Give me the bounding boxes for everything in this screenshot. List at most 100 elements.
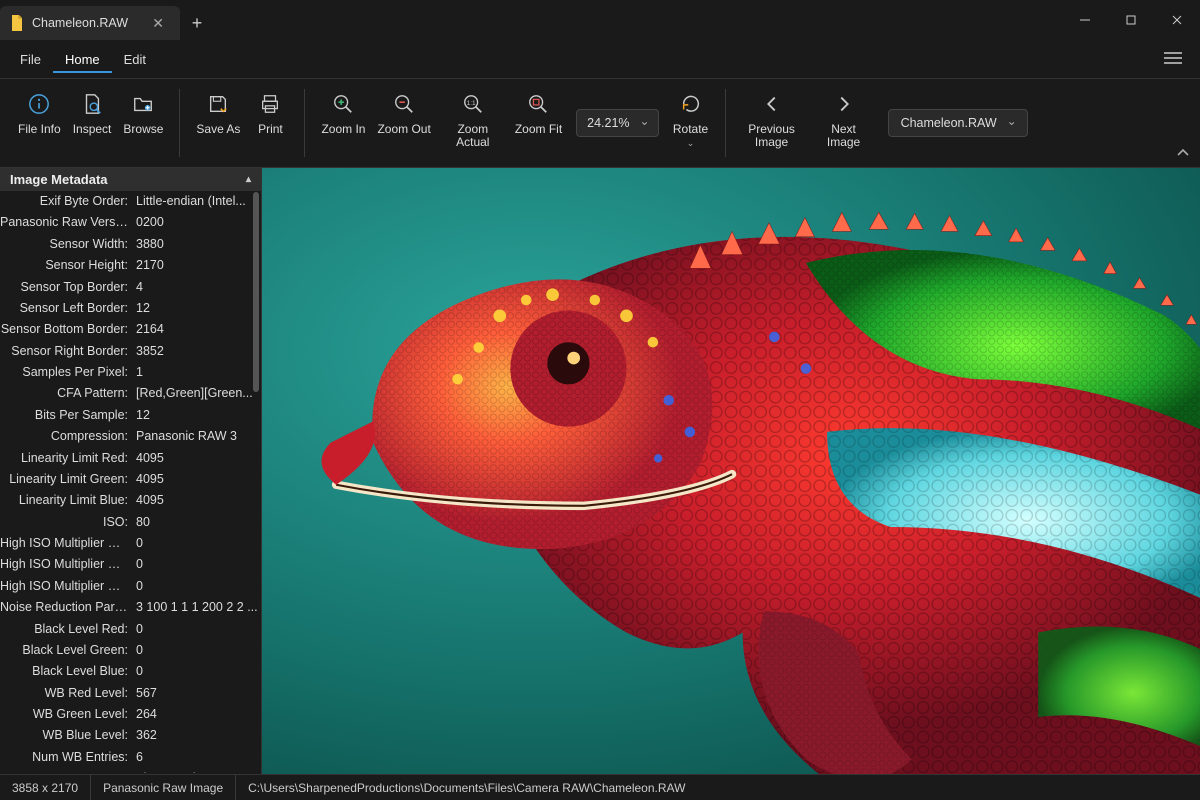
metadata-row: WB Red Level:567 bbox=[0, 683, 261, 704]
metadata-value: 3 100 1 1 1 200 2 2 ... bbox=[132, 598, 261, 617]
zoom-out-icon bbox=[393, 91, 415, 117]
metadata-key: WB Blue Level: bbox=[0, 726, 132, 745]
browse-button[interactable]: Browse bbox=[117, 87, 169, 136]
metadata-value: 362 bbox=[132, 726, 261, 745]
save-as-button[interactable]: Save As bbox=[190, 87, 246, 136]
metadata-value: 4095 bbox=[132, 449, 261, 468]
metadata-value: 4095 bbox=[132, 470, 261, 489]
hamburger-icon[interactable] bbox=[1154, 45, 1192, 74]
menu-home[interactable]: Home bbox=[53, 46, 112, 73]
document-tab[interactable]: Chameleon.RAW ✕ bbox=[0, 6, 180, 40]
metadata-key: CFA Pattern: bbox=[0, 384, 132, 403]
metadata-row: Sensor Left Border:12 bbox=[0, 298, 261, 319]
metadata-key: Linearity Limit Red: bbox=[0, 449, 132, 468]
file-select-dropdown[interactable]: Chameleon.RAW bbox=[888, 109, 1028, 137]
metadata-row: Num WB Entries:6 bbox=[0, 747, 261, 768]
zoom-in-icon bbox=[332, 91, 354, 117]
metadata-value: 6 bbox=[132, 748, 261, 767]
new-tab-button[interactable]: + bbox=[180, 6, 214, 40]
metadata-header[interactable]: Image Metadata ▴ bbox=[0, 168, 261, 191]
window-close-button[interactable] bbox=[1154, 0, 1200, 40]
metadata-row: ISO:80 bbox=[0, 512, 261, 533]
metadata-row: Panasonic Raw Version:0200 bbox=[0, 212, 261, 233]
metadata-row: Exif Byte Order:Little-endian (Intel... bbox=[0, 191, 261, 212]
file-icon bbox=[10, 15, 24, 31]
scrollbar-thumb[interactable] bbox=[253, 192, 259, 392]
metadata-key: Samples Per Pixel: bbox=[0, 363, 132, 382]
menu-file[interactable]: File bbox=[8, 46, 53, 73]
metadata-key: Linearity Limit Blue: bbox=[0, 491, 132, 510]
status-path: C:\Users\SharpenedProductions\Documents\… bbox=[236, 775, 697, 800]
chevron-down-icon: ⌄ bbox=[687, 138, 695, 149]
rotate-icon bbox=[680, 91, 702, 117]
chevron-left-icon bbox=[761, 91, 783, 117]
metadata-value: 0 bbox=[132, 555, 261, 574]
metadata-sidebar: Image Metadata ▴ Exif Byte Order:Little-… bbox=[0, 168, 262, 774]
metadata-key: High ISO Multiplier Red: bbox=[0, 534, 132, 553]
metadata-value: 0 bbox=[132, 662, 261, 681]
metadata-key: Sensor Height: bbox=[0, 256, 132, 275]
zoom-level-select[interactable]: 24.21% bbox=[576, 109, 658, 137]
tab-close-icon[interactable]: ✕ bbox=[148, 13, 168, 34]
metadata-row: Samples Per Pixel:1 bbox=[0, 362, 261, 383]
metadata-key: Black Level Blue: bbox=[0, 662, 132, 681]
metadata-row: Black Level Blue:0 bbox=[0, 661, 261, 682]
metadata-key: Linearity Limit Green: bbox=[0, 470, 132, 489]
metadata-value: 2164 bbox=[132, 320, 261, 339]
metadata-key: Noise Reduction Para...: bbox=[0, 598, 132, 617]
zoom-actual-button[interactable]: 1:1 Zoom Actual bbox=[437, 87, 509, 149]
menu-edit[interactable]: Edit bbox=[112, 46, 158, 73]
previous-image-button[interactable]: Previous Image bbox=[736, 87, 808, 149]
image-viewport[interactable] bbox=[262, 168, 1200, 774]
metadata-key: Sensor Width: bbox=[0, 235, 132, 254]
zoom-out-button[interactable]: Zoom Out bbox=[371, 87, 436, 136]
zoom-fit-icon bbox=[527, 91, 549, 117]
metadata-value: 3852 bbox=[132, 342, 261, 361]
metadata-value: Fine Weather bbox=[132, 769, 261, 773]
main-area: Image Metadata ▴ Exif Byte Order:Little-… bbox=[0, 168, 1200, 774]
save-icon bbox=[207, 91, 229, 117]
metadata-value: 3880 bbox=[132, 235, 261, 254]
info-icon bbox=[28, 91, 50, 117]
metadata-value: 0 bbox=[132, 641, 261, 660]
metadata-key: Sensor Top Border: bbox=[0, 278, 132, 297]
chevron-right-icon bbox=[833, 91, 855, 117]
window-maximize-button[interactable] bbox=[1108, 0, 1154, 40]
status-dimensions: 3858 x 2170 bbox=[0, 775, 91, 800]
metadata-value: Little-endian (Intel... bbox=[132, 192, 261, 211]
metadata-row: Sensor Right Border:3852 bbox=[0, 341, 261, 362]
metadata-row: Noise Reduction Para...:3 100 1 1 1 200 … bbox=[0, 597, 261, 618]
metadata-key: Sensor Bottom Border: bbox=[0, 320, 132, 339]
titlebar: Chameleon.RAW ✕ + bbox=[0, 0, 1200, 40]
metadata-value: 0 bbox=[132, 534, 261, 553]
metadata-value: 0 bbox=[132, 620, 261, 639]
metadata-row: WB Green Level:264 bbox=[0, 704, 261, 725]
metadata-row: Sensor Height:2170 bbox=[0, 255, 261, 276]
metadata-row: Sensor Bottom Border:2164 bbox=[0, 319, 261, 340]
zoom-fit-button[interactable]: Zoom Fit bbox=[509, 87, 568, 136]
metadata-key: Num WB Entries: bbox=[0, 748, 132, 767]
metadata-key: Sensor Right Border: bbox=[0, 342, 132, 361]
metadata-row: High ISO Multiplier Red:0 bbox=[0, 533, 261, 554]
metadata-row: WB Type 1:Fine Weather bbox=[0, 768, 261, 773]
collapse-triangle-icon[interactable]: ▴ bbox=[246, 174, 251, 185]
metadata-row: CFA Pattern:[Red,Green][Green... bbox=[0, 383, 261, 404]
zoom-in-button[interactable]: Zoom In bbox=[315, 87, 371, 136]
next-image-button[interactable]: Next Image bbox=[808, 87, 880, 149]
metadata-list: Exif Byte Order:Little-endian (Intel...P… bbox=[0, 191, 261, 773]
metadata-row: Linearity Limit Green:4095 bbox=[0, 469, 261, 490]
metadata-value: 12 bbox=[132, 406, 261, 425]
inspect-icon bbox=[81, 91, 103, 117]
print-icon bbox=[259, 91, 281, 117]
file-info-button[interactable]: File Info bbox=[12, 87, 67, 136]
metadata-key: WB Type 1: bbox=[0, 769, 132, 773]
metadata-key: Panasonic Raw Version: bbox=[0, 213, 132, 232]
inspect-button[interactable]: Inspect bbox=[67, 87, 118, 136]
rotate-button[interactable]: Rotate ⌄ bbox=[667, 87, 715, 149]
metadata-row: Black Level Green:0 bbox=[0, 640, 261, 661]
ribbon-collapse-icon[interactable] bbox=[1176, 147, 1190, 161]
metadata-row: High ISO Multiplier Blue:0 bbox=[0, 576, 261, 597]
window-minimize-button[interactable] bbox=[1062, 0, 1108, 40]
metadata-key: Black Level Green: bbox=[0, 641, 132, 660]
print-button[interactable]: Print bbox=[246, 87, 294, 136]
